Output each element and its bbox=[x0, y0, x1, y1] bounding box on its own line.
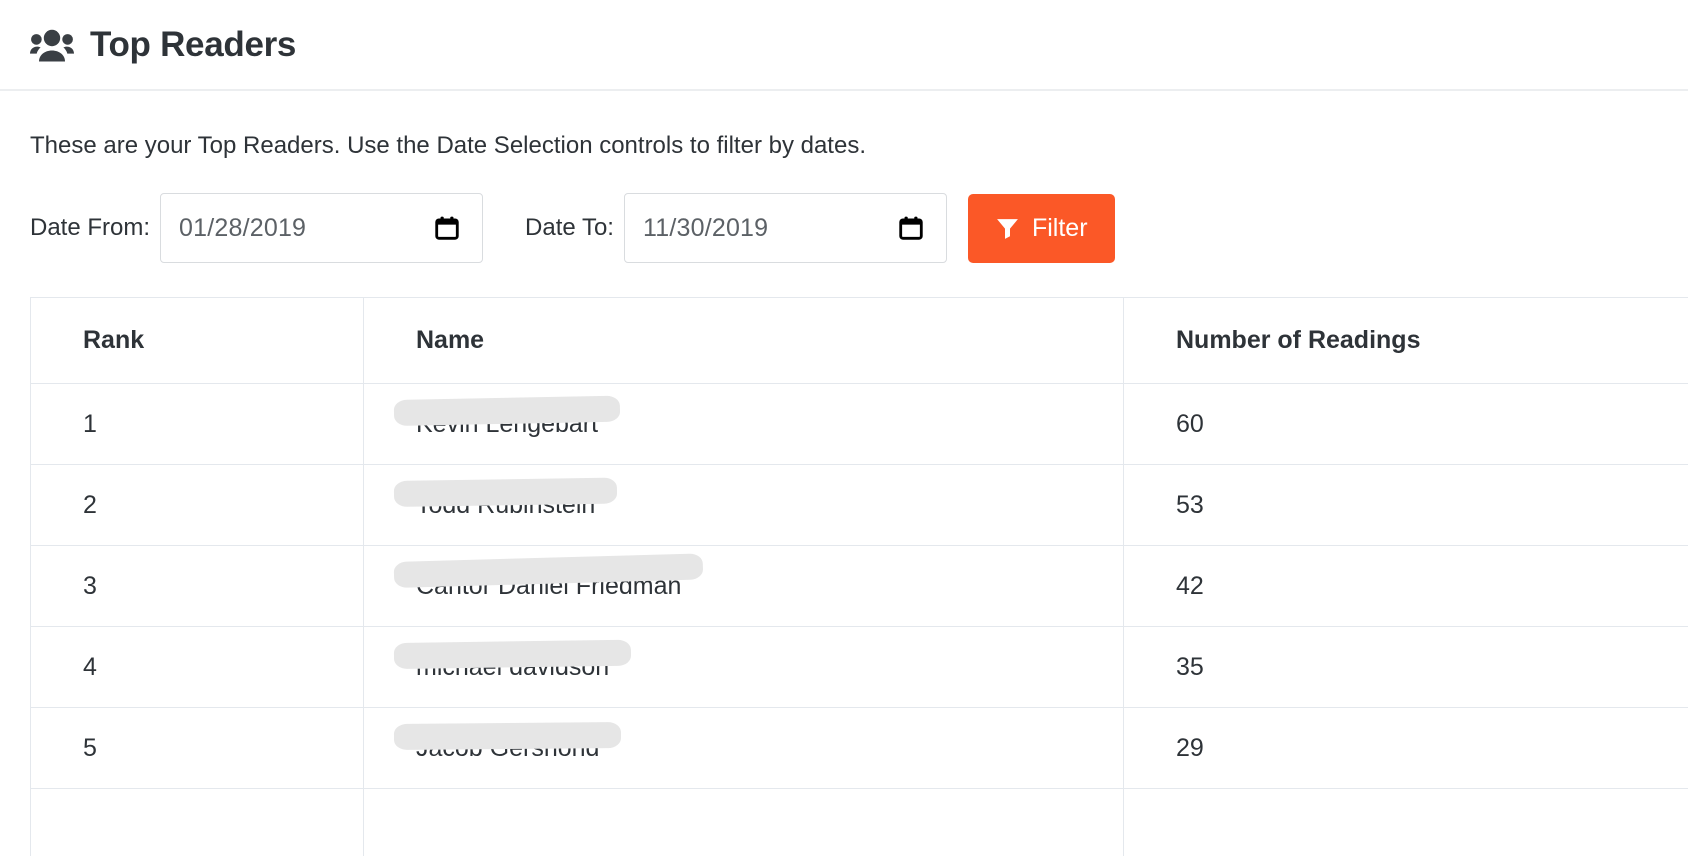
cell-name: Cantor Daniel Friedman bbox=[363, 545, 1124, 627]
cell-rank: 3 bbox=[30, 545, 364, 627]
column-header-rank: Rank bbox=[30, 297, 364, 384]
cell-readings: 60 bbox=[1123, 383, 1688, 465]
redaction-overlay bbox=[393, 552, 704, 588]
cell-rank: 5 bbox=[30, 707, 364, 789]
date-to-label: Date To: bbox=[525, 214, 614, 241]
cell-rank: 2 bbox=[30, 464, 364, 546]
date-filter-bar: Date From: 01/28/2019 Date To: 11/30/201… bbox=[30, 193, 1658, 263]
table-body: 1 Kevin Lengebart 60 2 Todd Rubinstein 53 3 Can… bbox=[30, 383, 1688, 856]
table-row: 3 Cantor Daniel Friedman 42 bbox=[30, 545, 1688, 627]
reader-name: Kevin Lengebart bbox=[393, 395, 621, 439]
users-icon bbox=[30, 29, 74, 61]
cell-name: michael davidson bbox=[363, 626, 1124, 708]
date-from-value: 01/28/2019 bbox=[179, 213, 307, 242]
top-readers-table: Rank Name Number of Readings 1 Kevin Leng… bbox=[30, 297, 1688, 856]
date-from-label: Date From: bbox=[30, 214, 151, 241]
page-title: Top Readers bbox=[90, 25, 297, 64]
table-row: 2 Todd Rubinstein 53 bbox=[30, 464, 1688, 546]
column-header-name: Name bbox=[363, 297, 1124, 384]
cell-readings: 53 bbox=[1123, 464, 1688, 546]
cell-name: Kevin Lengebart bbox=[363, 383, 1124, 465]
date-from-input[interactable]: 01/28/2019 bbox=[160, 193, 484, 263]
column-header-readings: Number of Readings bbox=[1123, 297, 1688, 384]
redaction-overlay bbox=[393, 639, 632, 669]
cell-readings: 42 bbox=[1123, 545, 1688, 627]
cell-name: Todd Rubinstein bbox=[363, 464, 1124, 546]
page-description: These are your Top Readers. Use the Date… bbox=[30, 132, 866, 159]
funnel-icon bbox=[997, 218, 1018, 239]
table-head: Rank Name Number of Readings bbox=[30, 297, 1688, 384]
table-header-row: Rank Name Number of Readings bbox=[30, 297, 1688, 384]
filter-button-label: Filter bbox=[1031, 213, 1088, 242]
redaction-overlay bbox=[393, 395, 621, 426]
main-content: These are your Top Readers. Use the Date… bbox=[0, 131, 1688, 856]
calendar-icon[interactable] bbox=[434, 215, 460, 241]
top-readers-table-container: Rank Name Number of Readings 1 Kevin Leng… bbox=[30, 297, 1688, 856]
cell-name: Jacob Gershond bbox=[363, 707, 1124, 789]
cell-rank: 4 bbox=[30, 626, 364, 708]
reader-name: Todd Rubinstein bbox=[393, 476, 618, 520]
redaction-overlay bbox=[393, 476, 618, 507]
reader-name: Cantor Daniel Friedman bbox=[393, 552, 704, 601]
table-row: 5 Jacob Gershond 29 bbox=[30, 707, 1688, 789]
cell-rank: 1 bbox=[30, 383, 364, 465]
redaction-overlay bbox=[393, 721, 622, 750]
cell-readings: 35 bbox=[1123, 626, 1688, 708]
table-row bbox=[30, 788, 1688, 856]
reader-name: Jacob Gershond bbox=[393, 721, 622, 763]
cell-readings: 29 bbox=[1123, 707, 1688, 789]
table-row: 4 michael davidson 35 bbox=[30, 626, 1688, 708]
calendar-icon[interactable] bbox=[898, 215, 924, 241]
reader-name: michael davidson bbox=[393, 639, 632, 682]
page-header: Top Readers bbox=[0, 0, 1688, 91]
cell-readings bbox=[1123, 788, 1688, 856]
cell-rank bbox=[30, 788, 364, 856]
date-to-value: 11/30/2019 bbox=[642, 213, 769, 242]
date-to-input[interactable]: 11/30/2019 bbox=[623, 193, 947, 263]
filter-button[interactable]: Filter bbox=[967, 193, 1115, 263]
table-row: 1 Kevin Lengebart 60 bbox=[30, 383, 1688, 465]
cell-name bbox=[363, 788, 1124, 856]
